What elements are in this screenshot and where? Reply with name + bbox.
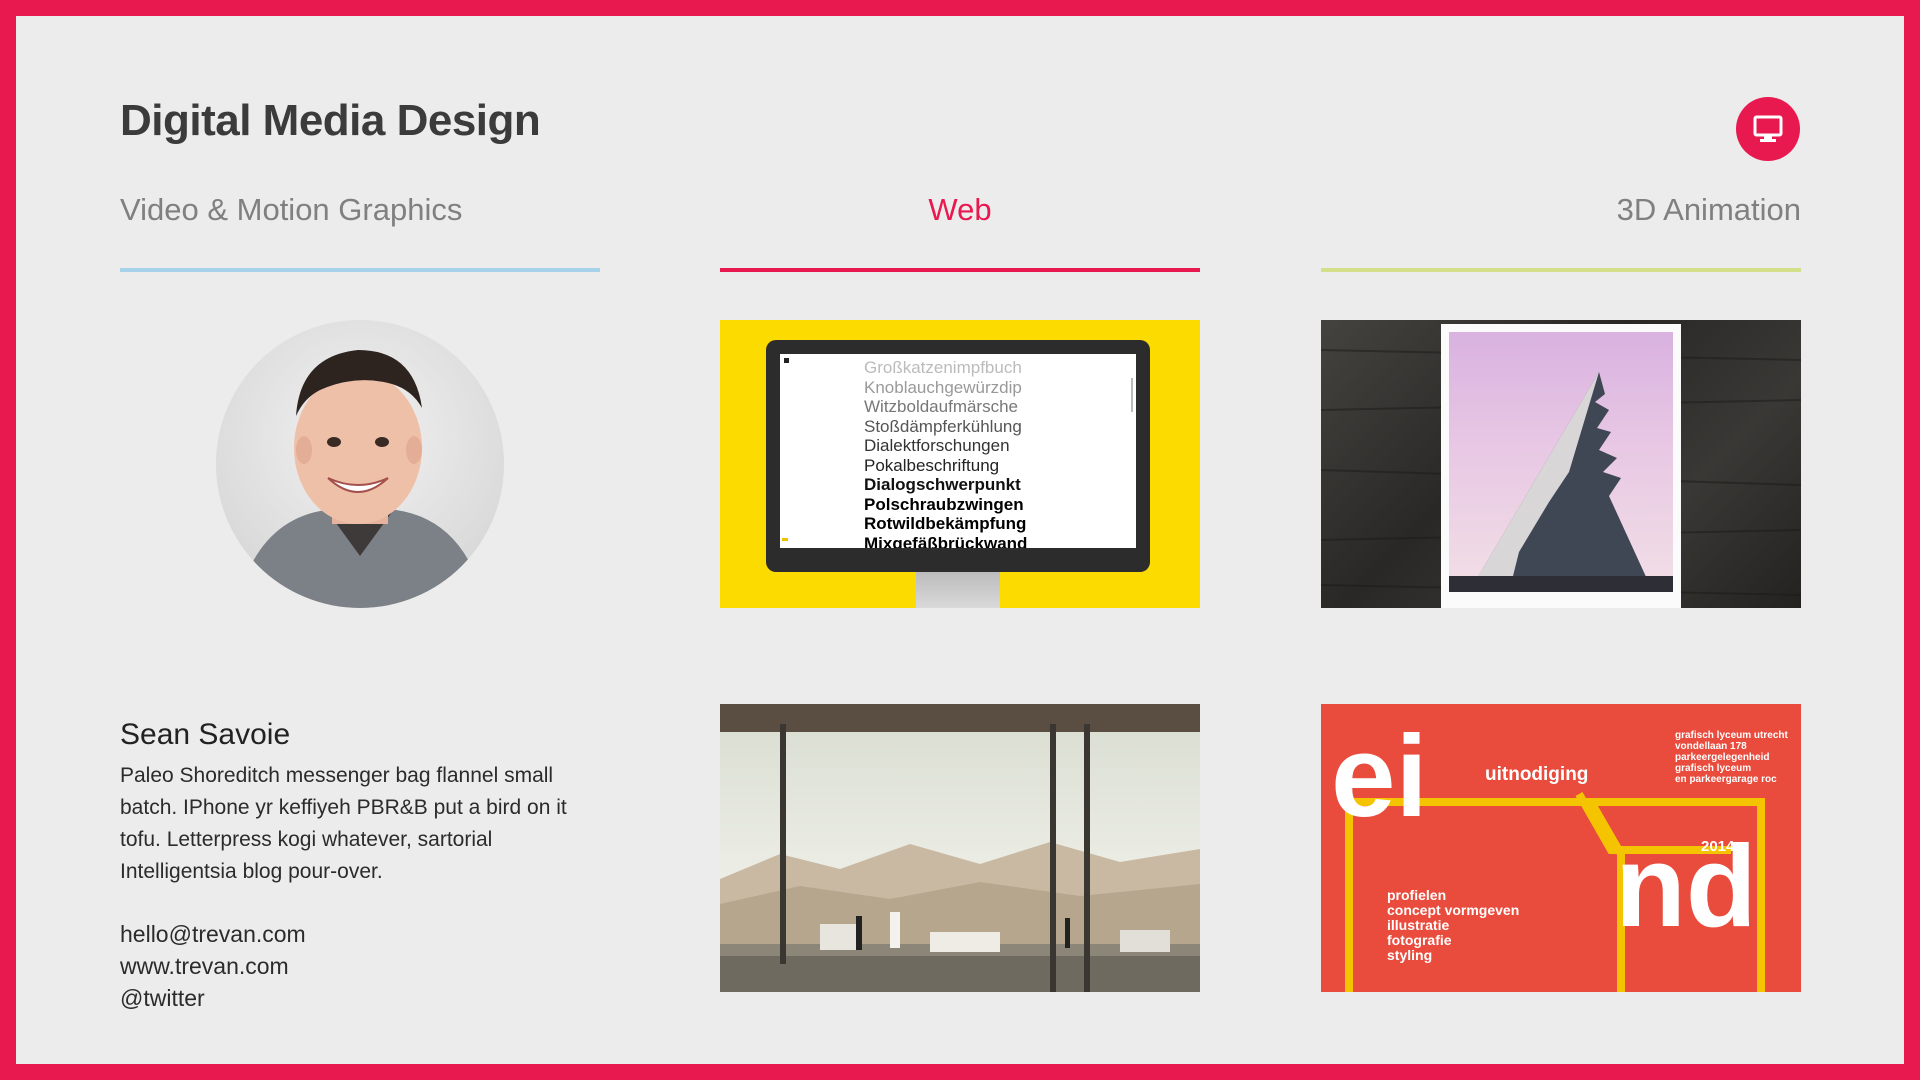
imac-screen: Großkatzenimpfbuch Knoblauchgewürzdip Wi… — [780, 354, 1136, 548]
poster-headline-nd: nd — [1615, 821, 1757, 951]
tab-3d-animation[interactable]: 3D Animation — [1321, 188, 1801, 274]
scrollbar[interactable] — [1131, 378, 1133, 412]
tab-label: Web — [928, 192, 992, 227]
poster-item: profielen — [1387, 887, 1447, 903]
poster-address-line: vondellaan 178 — [1675, 741, 1747, 752]
portfolio-thumb-invitation-poster[interactable]: ei nd uitnodiging 2014 grafisch lyceum u… — [1321, 704, 1801, 992]
tab-label: 3D Animation — [1616, 192, 1801, 227]
specimen-word: Großkatzenimpfbuch — [864, 358, 1022, 377]
mountain-poster — [1441, 324, 1681, 608]
marker-icon — [782, 538, 788, 541]
tab-web[interactable]: Web — [720, 188, 1200, 274]
portfolio-thumb-desert-illustration[interactable] — [720, 704, 1200, 992]
poster-address-line: parkeergelegenheid — [1675, 752, 1770, 763]
twitter-link[interactable]: @twitter — [120, 982, 306, 1014]
profile-name: Sean Savoie — [120, 718, 291, 751]
page-title: Digital Media Design — [120, 96, 541, 145]
poster-address-line: grafisch lyceum utrecht — [1675, 730, 1788, 741]
specimen-word: Dialogschwerpunkt — [864, 475, 1021, 494]
specimen-word: Knoblauchgewürzdip — [864, 377, 1022, 397]
tab-underline — [1321, 268, 1801, 272]
poster-item: illustratie — [1387, 917, 1450, 933]
specimen-word: Witzboldaufmärsche — [864, 397, 1019, 416]
specimen-word: Pokalbeschriftung — [864, 455, 1000, 475]
contact-list: hello@trevan.com www.trevan.com @twitter — [120, 918, 306, 1014]
poster-item: concept vormgeven — [1387, 902, 1520, 918]
tab-label: Video & Motion Graphics — [120, 192, 463, 227]
portfolio-thumb-mountain-poster[interactable] — [1321, 320, 1801, 608]
specimen-word: Dialektforschungen — [864, 436, 1010, 455]
poster-art — [1449, 332, 1673, 592]
poster-address-line: grafisch lyceum — [1675, 763, 1752, 774]
tab-underline — [120, 268, 600, 272]
poster-item: styling — [1387, 947, 1433, 963]
avatar — [216, 320, 504, 608]
specimen-word: Rotwildbekämpfung — [864, 514, 1027, 533]
poster-item-list: profielen concept vormgeven illustratie … — [1387, 888, 1519, 963]
website-link[interactable]: www.trevan.com — [120, 950, 306, 982]
specimen-word: Mixgefäßbrückwand — [864, 533, 1028, 549]
specimen-word-list: Großkatzenimpfbuch Knoblauchgewürzdip Wi… — [864, 358, 1027, 548]
email-link[interactable]: hello@trevan.com — [120, 918, 306, 950]
tab-video-motion-graphics[interactable]: Video & Motion Graphics — [120, 188, 600, 274]
poster-address: grafisch lyceum utrecht vondellaan 178 p… — [1675, 730, 1788, 785]
tab-underline — [720, 268, 1200, 272]
specimen-word: Polschraubzwingen — [864, 494, 1024, 514]
portfolio-thumb-web-typography[interactable]: Großkatzenimpfbuch Knoblauchgewürzdip Wi… — [720, 320, 1200, 608]
imac-display: Großkatzenimpfbuch Knoblauchgewürzdip Wi… — [766, 340, 1150, 572]
specimen-word: Stoßdämpferkühlung — [864, 416, 1022, 436]
poster-invite-label: uitnodiging — [1485, 764, 1589, 785]
desert-scene — [720, 704, 1200, 992]
poster-address-line: en parkeergarage roc — [1675, 774, 1777, 785]
monitor-icon — [1753, 115, 1783, 142]
app-frame: Digital Media Design Video & Motion Grap… — [16, 16, 1904, 1064]
poster-headline-ei: ei — [1331, 711, 1428, 841]
profile-bio: Paleo Shoreditch messenger bag flannel s… — [120, 764, 567, 883]
poster-year: 2014 — [1701, 838, 1735, 855]
imac-stand — [916, 572, 1000, 608]
poster-item: fotografie — [1387, 932, 1452, 948]
monitor-button[interactable] — [1736, 97, 1800, 161]
site-logo-icon — [784, 358, 789, 363]
